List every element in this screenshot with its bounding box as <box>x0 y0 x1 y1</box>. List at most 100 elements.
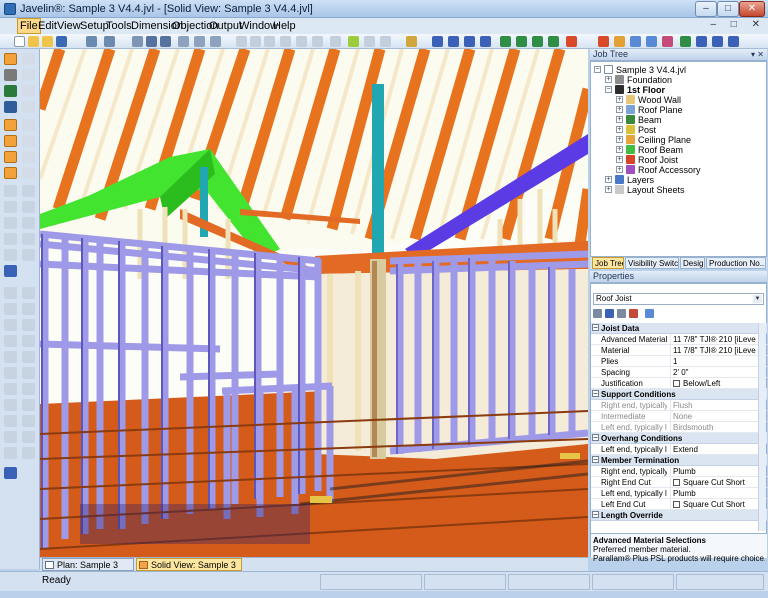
menu-output[interactable]: Output <box>209 20 242 32</box>
dimension-tool-icon[interactable] <box>4 287 17 299</box>
open-recent-icon[interactable] <box>42 36 53 47</box>
menu-edit[interactable]: Edit <box>38 20 57 32</box>
tree-expand-icon[interactable]: + <box>616 126 623 133</box>
alphabetical-icon[interactable] <box>605 309 614 318</box>
menu-tools[interactable]: Tools <box>106 20 132 32</box>
prop-left-end-support[interactable]: Left end, typically lo Birdsmouth <box>591 422 767 433</box>
design-check-icon[interactable] <box>348 36 359 47</box>
collapse-icon[interactable]: − <box>592 511 599 519</box>
snap-icon[interactable] <box>264 36 275 47</box>
view-iso-2-icon[interactable] <box>516 36 527 47</box>
join-tool-icon[interactable] <box>22 415 35 427</box>
line-tool-icon[interactable] <box>4 249 17 261</box>
hatch-tool-icon[interactable] <box>4 351 17 363</box>
tab-plan-view[interactable]: Plan: Sample 3 V4.4.jvl <box>42 558 134 582</box>
post-tool-icon[interactable] <box>22 135 35 147</box>
redo-icon[interactable] <box>104 36 115 47</box>
fill-tool-icon[interactable] <box>22 351 35 363</box>
measure-icon[interactable] <box>280 36 291 47</box>
prop-left-end-overhang[interactable]: Left end, typically lo Extend <box>591 444 767 455</box>
save-icon[interactable] <box>56 36 67 47</box>
prop-right-end-termination[interactable]: Right end, typically Plumb <box>591 466 767 477</box>
category-overhang-conditions[interactable]: − Overhang Conditions <box>591 433 767 444</box>
arc-tool-icon[interactable] <box>22 249 35 261</box>
wall-tool-icon[interactable] <box>4 69 17 81</box>
sheet-icon[interactable] <box>364 36 375 47</box>
tree-expand-icon[interactable]: + <box>616 156 623 163</box>
view-iso-3-icon[interactable] <box>532 36 543 47</box>
view-settings-icon[interactable] <box>662 36 673 47</box>
category-support-conditions[interactable]: − Support Conditions <box>591 389 767 400</box>
prop-intermediate[interactable]: Intermediate None <box>591 411 767 422</box>
sort-icon[interactable] <box>617 309 626 318</box>
prop-left-end-termination[interactable]: Left end, typically lo Plumb <box>591 488 767 499</box>
rail-tool-icon[interactable] <box>22 367 35 379</box>
hanger-tool-icon[interactable] <box>4 167 17 179</box>
light-tool-icon[interactable] <box>22 383 35 395</box>
camera-tool-icon[interactable] <box>4 383 17 395</box>
collapse-icon[interactable]: − <box>592 324 599 332</box>
roof-joist-tool-icon[interactable] <box>4 119 17 131</box>
menu-setup[interactable]: Setup <box>80 20 109 32</box>
view-layer-icon[interactable] <box>614 36 625 47</box>
text-icon[interactable] <box>312 36 323 47</box>
orbit-icon[interactable] <box>210 36 221 47</box>
categorized-icon[interactable] <box>593 309 602 318</box>
view-top-icon[interactable] <box>432 36 443 47</box>
roof-plane-tool-icon[interactable] <box>22 119 35 131</box>
menu-view[interactable]: View <box>57 20 81 32</box>
offset-tool-icon[interactable] <box>4 233 17 245</box>
filter-icon[interactable] <box>629 309 638 318</box>
layer-tool-icon[interactable] <box>4 399 17 411</box>
prop-plies[interactable]: Plies 1 <box>591 356 767 367</box>
tree-expand-icon[interactable]: + <box>605 176 612 183</box>
copy-tool-icon[interactable] <box>22 185 35 197</box>
tree-expand-icon[interactable]: + <box>616 146 623 153</box>
joist-tool-icon[interactable] <box>4 151 17 163</box>
move-tool-icon[interactable] <box>4 185 17 197</box>
split-tool-icon[interactable] <box>4 431 17 443</box>
ceiling-tool-icon[interactable] <box>22 167 35 179</box>
opening-tool-icon[interactable] <box>22 101 35 113</box>
zoom-window-tool-icon[interactable] <box>4 265 17 277</box>
undo-icon[interactable] <box>86 36 97 47</box>
group-tool-icon[interactable] <box>22 399 35 411</box>
align-tool-icon[interactable] <box>22 431 35 443</box>
floor-tool-icon[interactable] <box>4 101 17 113</box>
explode-tool-icon[interactable] <box>4 415 17 427</box>
open-folder-icon[interactable] <box>28 36 39 47</box>
minimize-button[interactable]: – <box>695 1 717 17</box>
prop-material[interactable]: Material 11 7/8" TJI® 210 [iLevel U <box>591 345 767 356</box>
leader-tool-icon[interactable] <box>4 319 17 331</box>
properties-scrollbar[interactable] <box>758 323 766 531</box>
prop-spacing[interactable]: Spacing 2' 0" <box>591 367 767 378</box>
window-tool-icon[interactable] <box>22 85 35 97</box>
pan-icon[interactable] <box>194 36 205 47</box>
view-iso-1-icon[interactable] <box>500 36 511 47</box>
zoom-icon[interactable] <box>132 36 143 47</box>
view-iso-4-icon[interactable] <box>548 36 559 47</box>
select-box-icon[interactable] <box>22 53 35 65</box>
tab-design[interactable]: Design <box>680 257 705 269</box>
maximize-button[interactable]: □ <box>717 1 739 17</box>
elevation-tool-icon[interactable] <box>22 335 35 347</box>
arrow-up-icon[interactable] <box>728 36 739 47</box>
print-icon[interactable] <box>380 36 391 47</box>
collapse-icon[interactable]: − <box>592 456 599 464</box>
arrow-left-icon[interactable] <box>696 36 707 47</box>
tree-expand-icon[interactable]: + <box>616 116 623 123</box>
report-icon[interactable] <box>330 36 341 47</box>
toolbar-scroll-down-icon[interactable] <box>4 467 17 479</box>
zoom-extents-icon[interactable] <box>178 36 189 47</box>
zoom-in-icon[interactable] <box>146 36 157 47</box>
select-pointer-icon[interactable] <box>4 53 17 65</box>
view-refresh-icon[interactable] <box>680 36 691 47</box>
arrow-right-icon[interactable] <box>712 36 723 47</box>
note-tool-icon[interactable] <box>22 303 35 315</box>
property-pages-icon[interactable] <box>645 309 654 318</box>
collapse-icon[interactable]: − <box>592 434 599 442</box>
angular-dimension-icon[interactable] <box>22 287 35 299</box>
section-tool-icon[interactable] <box>4 335 17 347</box>
mdi-window-controls[interactable]: – □ ✕ <box>710 19 766 30</box>
tree-collapse-icon[interactable]: − <box>594 66 601 73</box>
